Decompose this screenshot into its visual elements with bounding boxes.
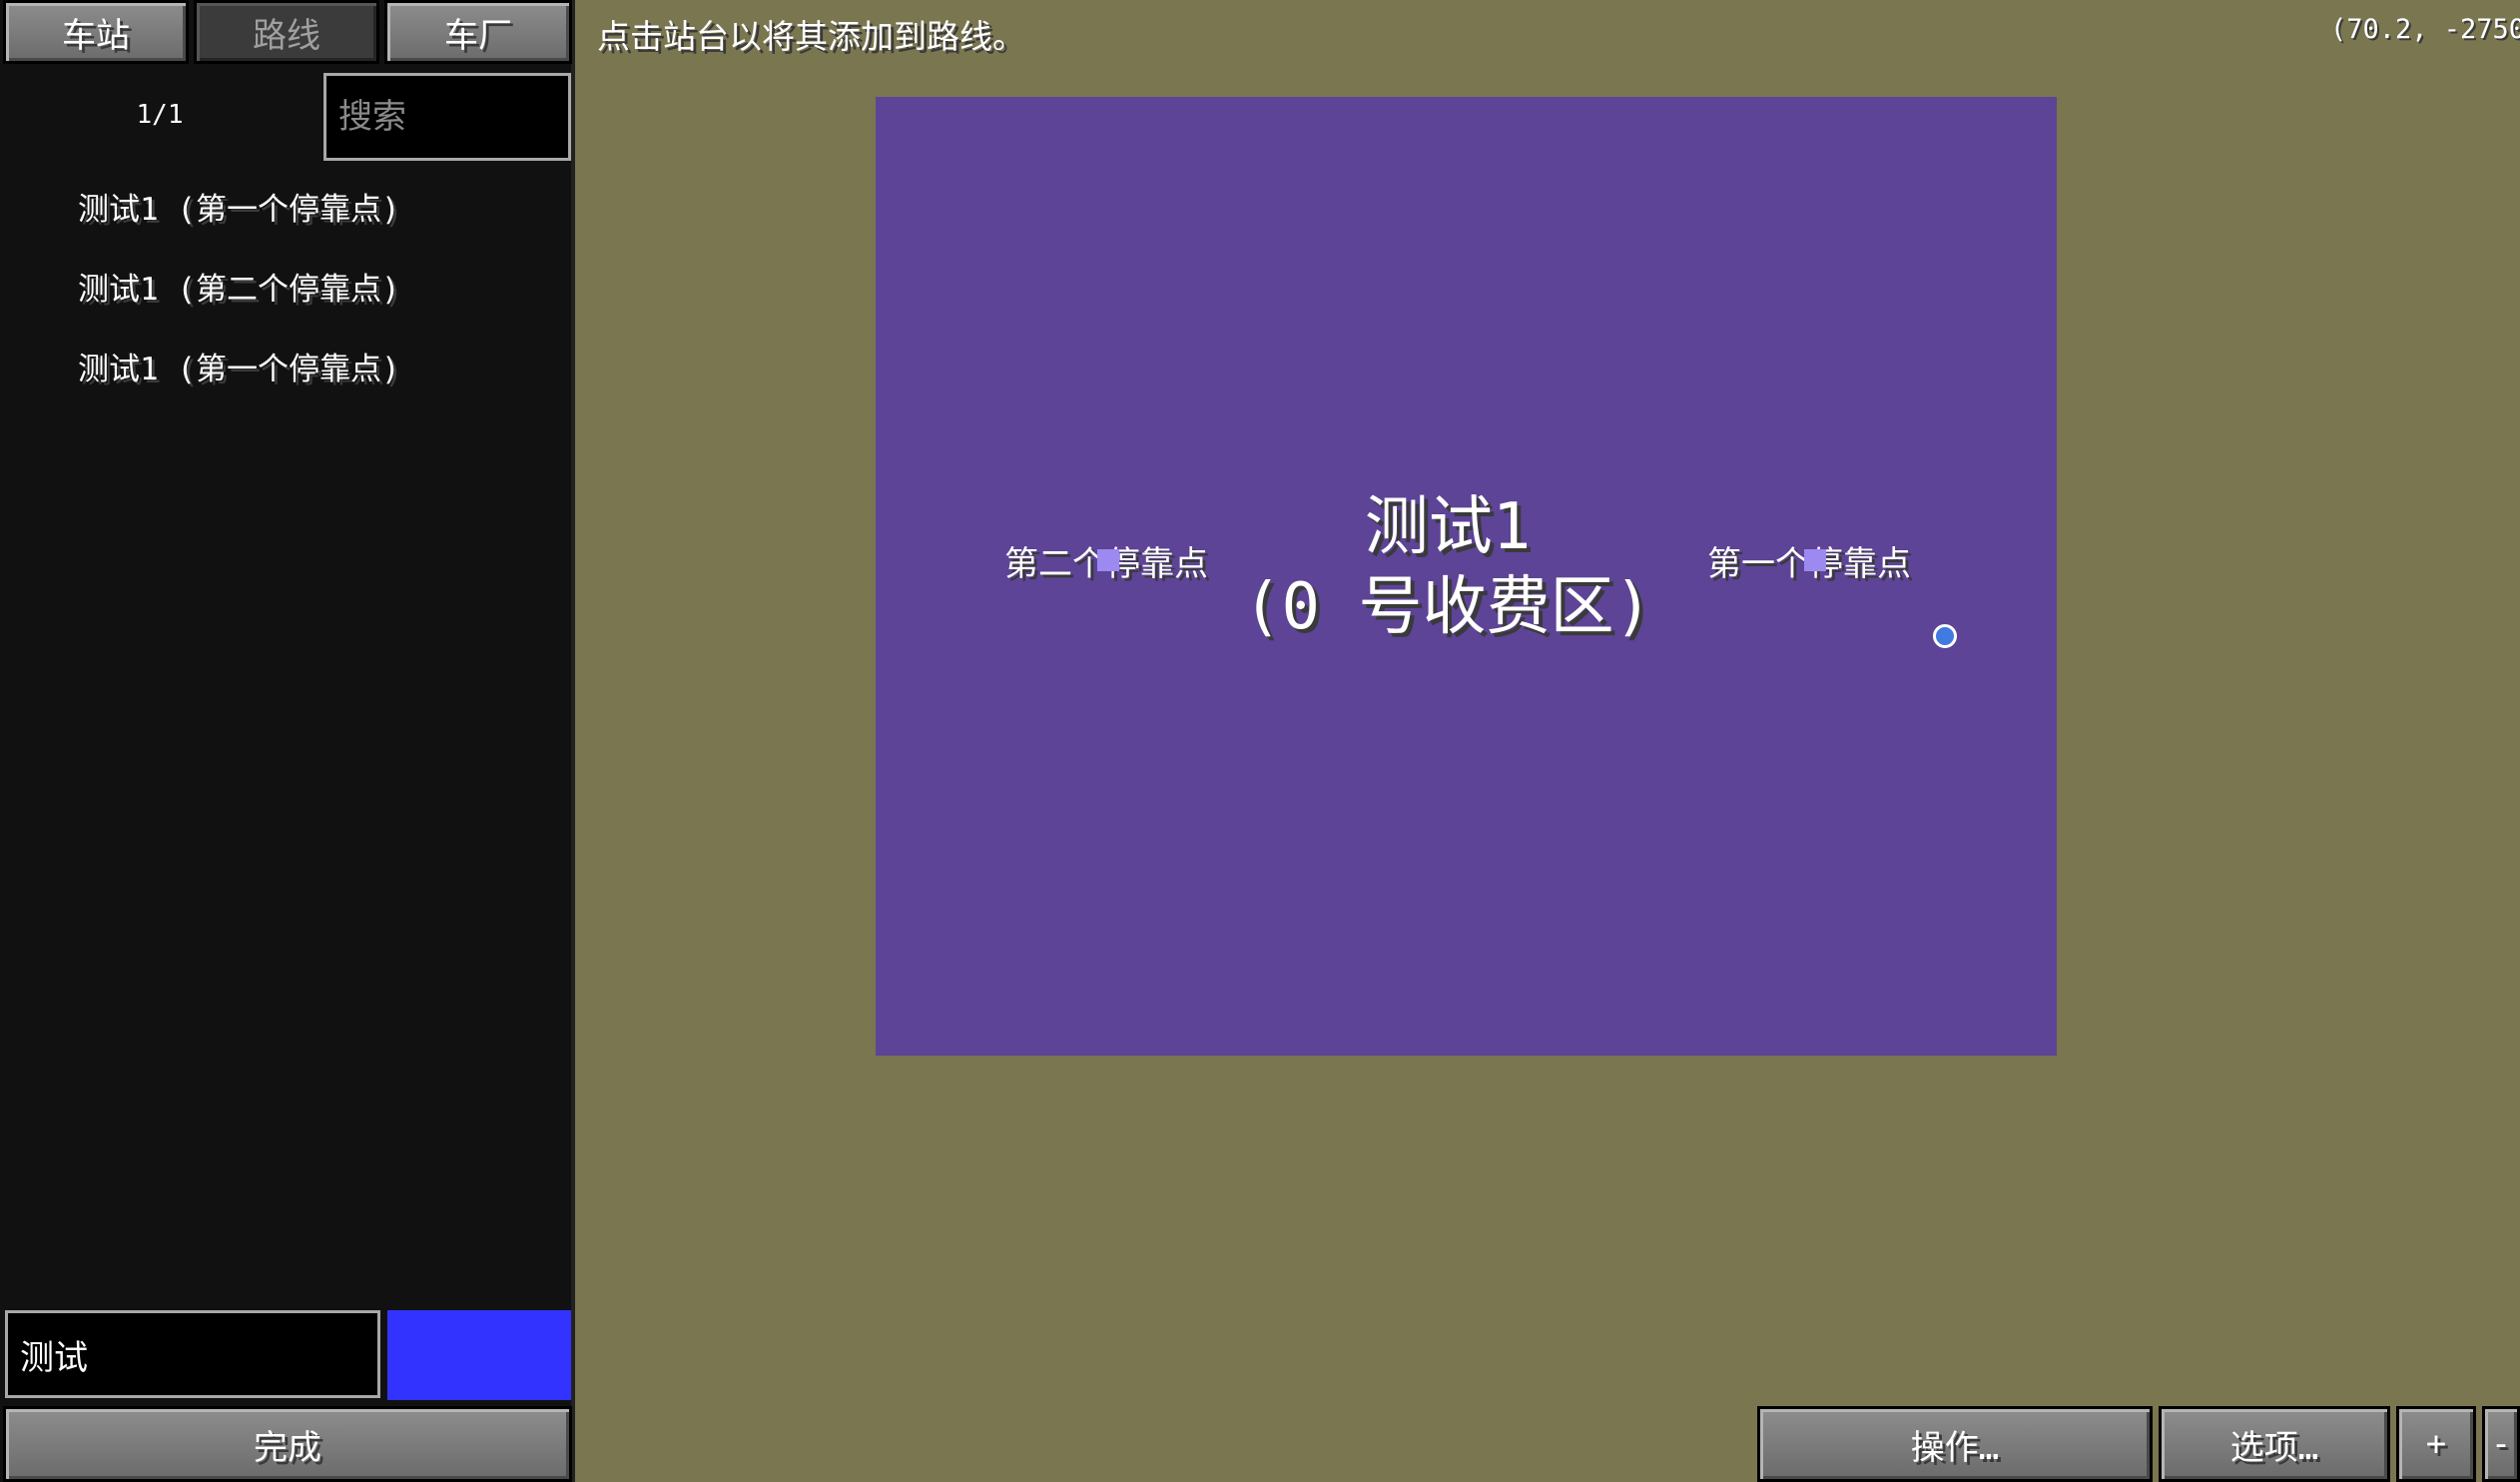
route-list-item-2[interactable]: 测试1 (第二个停靠点) xyxy=(78,264,400,309)
map-hint-text: 点击站台以将其添加到路线。 xyxy=(597,17,1025,56)
done-button[interactable]: 完成 xyxy=(3,1406,572,1482)
station-title: 测试1 (0 号收费区) xyxy=(1148,487,1747,647)
route-list-item-3[interactable]: 测试1 (第一个停靠点) xyxy=(78,344,400,388)
station-fare-zone: (0 号收费区) xyxy=(1242,570,1653,644)
route-list-item-1[interactable]: 测试1 (第一个停靠点) xyxy=(78,184,400,229)
route-name-input[interactable] xyxy=(5,1310,380,1398)
cursor-marker-icon xyxy=(1933,624,1957,648)
zoom-out-button[interactable]: - xyxy=(2482,1406,2520,1482)
search-input[interactable] xyxy=(323,73,571,161)
tab-routes[interactable]: 路线 xyxy=(194,0,379,64)
tab-depots[interactable]: 车厂 xyxy=(384,0,572,64)
page-indicator: 1/1 xyxy=(136,100,184,130)
platform-first[interactable] xyxy=(1804,549,1826,571)
tab-stations[interactable]: 车站 xyxy=(3,0,189,64)
actions-button[interactable]: 操作… xyxy=(1757,1406,2153,1482)
options-button[interactable]: 选项… xyxy=(2159,1406,2390,1482)
platform-second[interactable] xyxy=(1097,549,1119,571)
station-name: 测试1 xyxy=(1364,490,1532,564)
route-color-picker[interactable] xyxy=(387,1310,571,1400)
sidebar-divider xyxy=(571,0,575,1482)
zoom-in-button[interactable]: + xyxy=(2396,1406,2476,1482)
coordinates-readout: (70.2, -2750.2 xyxy=(2330,14,2520,45)
